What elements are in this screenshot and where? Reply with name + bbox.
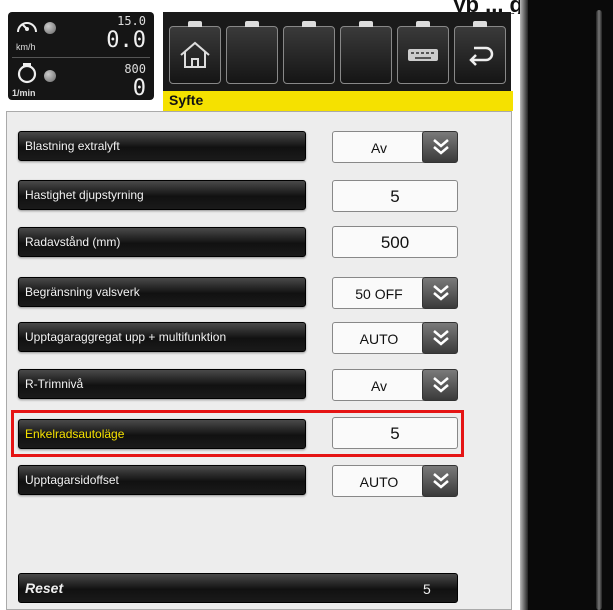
param-label-enkelradsautolage[interactable]: Enkelradsautoläge <box>18 419 306 449</box>
page-title: Syfte <box>169 92 204 108</box>
gauge-divider <box>12 57 150 58</box>
reset-button[interactable]: Reset 5 <box>18 573 458 603</box>
param-value-blastning-extralyft[interactable]: Av <box>332 131 426 163</box>
reset-value: 5 <box>423 581 431 597</box>
back-arrow-icon <box>469 46 494 66</box>
speed-indicator-led <box>44 22 56 34</box>
bezel-edge <box>520 0 528 610</box>
back-button[interactable] <box>454 21 506 84</box>
keyboard-button[interactable] <box>397 21 449 84</box>
engine-icon <box>16 62 38 88</box>
gauge-panel: km/h 15.0 0.0 1/min 800 0 <box>8 12 154 101</box>
param-value-upptagaraggregat[interactable]: AUTO <box>332 322 426 354</box>
toolbar-button-blank-3[interactable] <box>340 21 392 84</box>
param-value-r-trimniva[interactable]: Av <box>332 369 426 401</box>
bezel-highlight <box>596 10 602 610</box>
rpm-set-value: 800 <box>124 62 146 76</box>
home-icon <box>180 41 210 68</box>
page-title-bar: Syfte <box>163 91 513 111</box>
dropdown-chevron-icon[interactable] <box>422 369 458 401</box>
param-label-upptagaraggregat[interactable]: Upptagaraggregat upp + multifunktion <box>18 322 306 352</box>
dropdown-chevron-icon[interactable] <box>422 131 458 163</box>
param-label-upptagarsidoffset[interactable]: Upptagarsidoffset <box>18 465 306 495</box>
param-value-enkelradsautolage[interactable]: 5 <box>332 417 458 449</box>
param-value-hastighet-djupstyrning[interactable]: 5 <box>332 180 458 212</box>
toolbar-button-blank-2[interactable] <box>283 21 335 84</box>
reset-label: Reset <box>25 580 64 596</box>
dropdown-chevron-icon[interactable] <box>422 277 458 309</box>
home-button[interactable] <box>169 21 221 84</box>
param-value-upptagarsidoffset[interactable]: AUTO <box>332 465 426 497</box>
param-label-blastning-extralyft[interactable]: Blastning extralyft <box>18 131 306 161</box>
param-label-begransning-valsverk[interactable]: Begränsning valsverk <box>18 277 306 307</box>
dropdown-chevron-icon[interactable] <box>422 465 458 497</box>
speedometer-icon <box>16 16 38 40</box>
keyboard-icon <box>408 49 438 61</box>
toolbar <box>163 12 511 91</box>
toolbar-button-blank-1[interactable] <box>226 21 278 84</box>
param-label-hastighet-djupstyrning[interactable]: Hastighet djupstyrning <box>18 180 306 210</box>
param-value-begransning-valsverk[interactable]: 50 OFF <box>332 277 426 309</box>
rpm-indicator-led <box>44 70 56 82</box>
rpm-unit: 1/min <box>12 88 36 98</box>
dropdown-chevron-icon[interactable] <box>422 322 458 354</box>
speed-value: 0.0 <box>106 28 146 53</box>
param-label-r-trimniva[interactable]: R-Trimnivå <box>18 369 306 399</box>
param-label-radavstand[interactable]: Radavstånd (mm) <box>18 227 306 257</box>
speed-unit: km/h <box>16 42 36 52</box>
param-value-radavstand[interactable]: 500 <box>332 226 458 258</box>
speed-set-value: 15.0 <box>117 14 146 28</box>
rpm-value: 0 <box>132 76 146 101</box>
